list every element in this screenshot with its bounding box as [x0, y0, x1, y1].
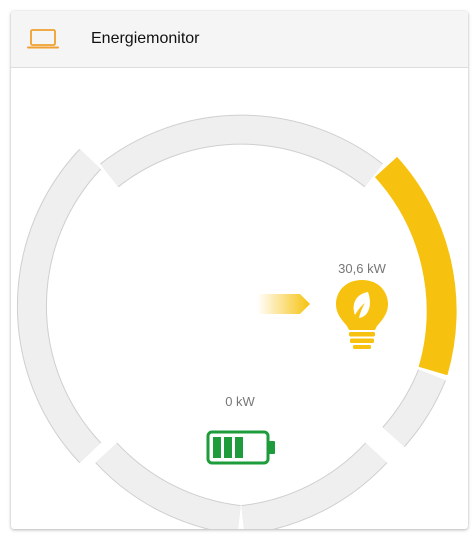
- battery-charge-bar: [224, 437, 232, 458]
- energy-monitor-card: Energiemonitor 30,6 kW 0 kW: [11, 11, 468, 529]
- card-header: Energiemonitor: [11, 11, 468, 68]
- eco-lightbulb-icon: [336, 280, 388, 349]
- flow-arrow-icon: [257, 294, 310, 314]
- energy-gauge: 30,6 kW 0 kW: [16, 114, 457, 529]
- card-title: Energiemonitor: [91, 30, 200, 47]
- consumption-value: 30,6 kW: [338, 261, 386, 276]
- battery-charge-bar: [235, 437, 243, 458]
- battery-charge-bar: [213, 437, 221, 458]
- consumption-arc: [374, 156, 457, 376]
- battery-value: 0 kW: [225, 394, 255, 409]
- laptop-icon: [27, 29, 59, 49]
- gauge-ring: [16, 114, 457, 529]
- battery-icon: [206, 430, 275, 465]
